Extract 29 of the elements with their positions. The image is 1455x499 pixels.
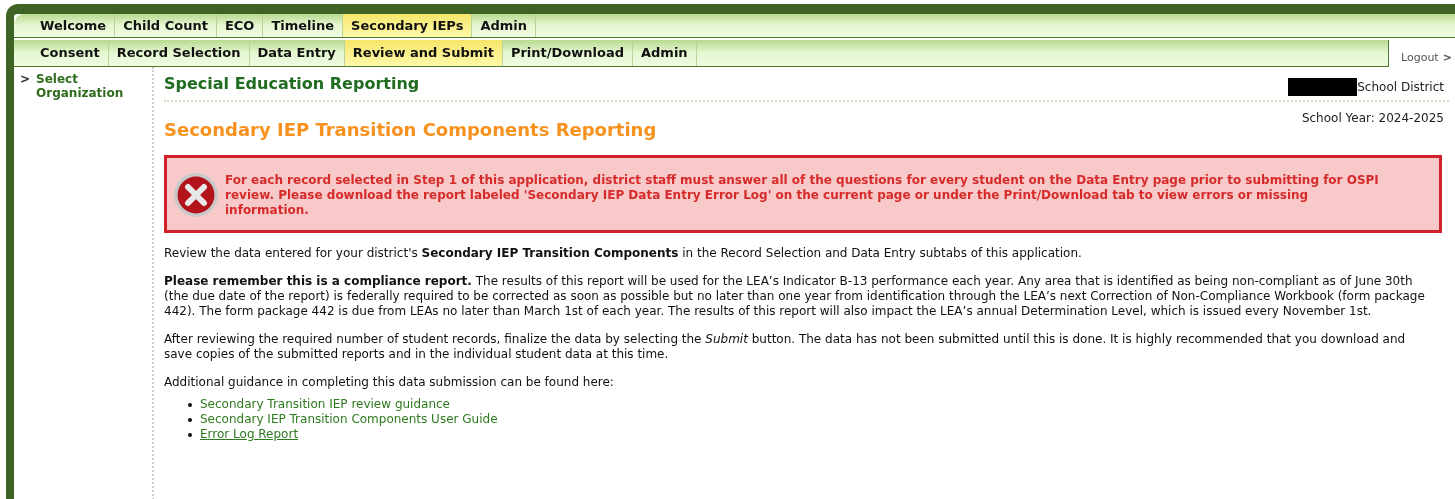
guidance-link[interactable]: Secondary Transition IEP review guidance bbox=[200, 397, 450, 412]
district-name: School District bbox=[1357, 79, 1444, 96]
bullet-icon bbox=[188, 417, 192, 422]
logout-link[interactable]: Logout > bbox=[1389, 40, 1455, 67]
nav-tab[interactable]: Record Selection bbox=[108, 40, 250, 66]
page-header-title: Special Education Reporting bbox=[164, 73, 420, 95]
error-message: For each record selected in Step 1 of this application, district staff must answer all of the questions for every student on the Data Entry page prior to submitting for OSPI review. Please download the report labeled 'Secondary IEP Data Entry Error Log' on the current page or under the Print/Download tab to view errors or missing information. bbox=[225, 172, 1379, 218]
error-icon bbox=[173, 172, 219, 218]
body-paragraph: After reviewing the required number of student records, finalize the data by selecting the Submit button. The data has not been submitted until this is done. It is highly recommended that you download and save copies of the submitted reports and in the individual student data at this time. bbox=[164, 332, 1407, 362]
bullet-icon bbox=[188, 402, 192, 407]
nav-tab[interactable]: Welcome bbox=[32, 14, 116, 37]
guidance-link[interactable]: Secondary IEP Transition Components User Guide bbox=[200, 412, 498, 427]
page-title: Secondary IEP Transition Components Reporting bbox=[164, 118, 657, 142]
nav-tab[interactable]: Review and Submit bbox=[344, 40, 503, 66]
nav-tab[interactable]: Admin bbox=[472, 14, 536, 37]
nav-tab[interactable]: Secondary IEPs bbox=[343, 14, 473, 37]
nav-tab[interactable]: Admin bbox=[633, 40, 697, 66]
body-paragraph: Please remember this is a compliance report. The results of this report will be used for the LEA’s Indicator B-13 performance each year. Any area that is identified as being non-compliant as of June 30th (the due date of the report) is federally required to be corrected as soon as possible but no later than one year from identification through the LEA’s next Correction of Non-Compliance Workbook (form package 442). The form package 442 is due from LEAs no later than March 1st of each year. The results of this report will also impact the LEA’s annual Determination Level, which is issued every November 1st. bbox=[164, 274, 1426, 319]
nav-tab[interactable]: Data Entry bbox=[249, 40, 345, 66]
body-paragraph: Review the data entered for your district's Secondary IEP Transition Components in the Record Selection and Data Entry subtabs of this application. bbox=[164, 246, 1083, 261]
guidance-link[interactable]: Error Log Report bbox=[200, 427, 299, 442]
school-year: School Year: 2024-2025 bbox=[1301, 110, 1445, 127]
nav-tab[interactable]: Consent bbox=[32, 40, 109, 66]
nav-tab[interactable]: ECO bbox=[216, 14, 264, 37]
nav-tab[interactable]: Child Count bbox=[115, 14, 217, 37]
body-paragraph: Additional guidance in completing this data submission can be found here: bbox=[164, 375, 615, 390]
sidebar-item[interactable]: > Select Organization bbox=[20, 72, 152, 100]
nav-tab[interactable]: Print/Download bbox=[502, 40, 633, 66]
bullet-icon bbox=[188, 432, 192, 437]
